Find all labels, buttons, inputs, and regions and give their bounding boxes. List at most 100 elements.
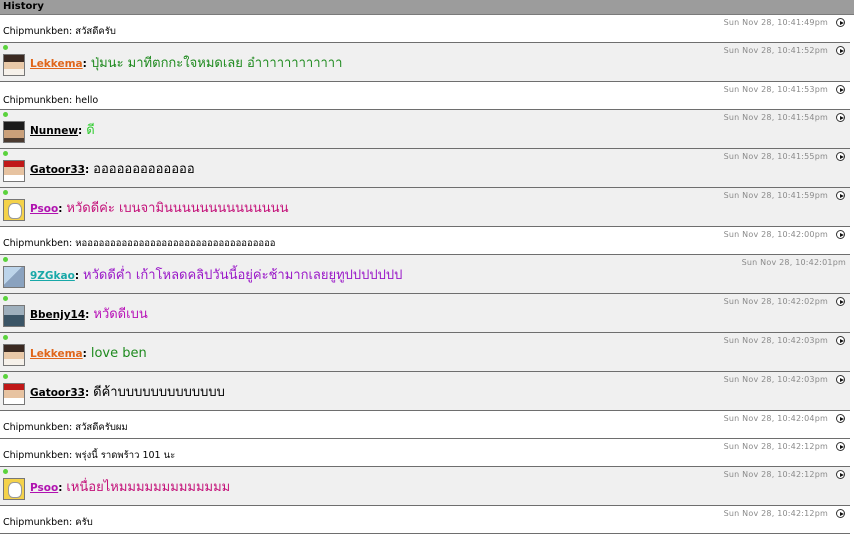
play-circle-icon[interactable] — [836, 18, 845, 27]
online-dot-icon — [3, 190, 8, 195]
play-circle-icon[interactable] — [836, 509, 845, 518]
username-colon: : — [58, 482, 63, 494]
message-username[interactable]: Bbenjy14 — [30, 309, 85, 321]
play-circle-icon[interactable] — [836, 152, 845, 161]
message-timestamp: Sun Nov 28, 10:42:01pm — [741, 258, 846, 267]
message-row: Lekkema: ปุ่มนะ มาทีตกกะใจหมดเลย อ๋าาาาาา… — [0, 43, 850, 82]
username-colon: : — [85, 309, 90, 321]
chat-message: Lekkema: ปุ่มนะ มาทีตกกะใจหมดเลย อ๋าาาาาา… — [30, 56, 342, 72]
play-circle-icon[interactable] — [836, 442, 845, 451]
play-circle-icon[interactable] — [836, 85, 845, 94]
message-username: Chipmunkben — [3, 450, 70, 461]
message-username[interactable]: 9ZGkao — [30, 270, 75, 282]
message-username[interactable]: Nunnew — [30, 125, 78, 137]
online-dot-icon — [3, 335, 8, 340]
system-message: Chipmunkben: หออออออออออออออออออออออออออ… — [3, 238, 276, 249]
message-row: Chipmunkben: พรุ่งนี้ ราดพร้าว 101 นะ Sun… — [0, 439, 850, 467]
message-timestamp: Sun Nov 28, 10:41:52pm — [723, 46, 828, 55]
message-list: Chipmunkben: สวัสดีครับ Sun Nov 28, 10:41… — [0, 15, 850, 534]
message-text: ครับ — [75, 517, 93, 528]
message-timestamp: Sun Nov 28, 10:41:53pm — [723, 85, 828, 94]
message-text: หออออออออออออออออออออออออออออออออออ — [75, 238, 276, 249]
message-username[interactable]: Lekkema — [30, 58, 83, 70]
chat-message: Bbenjy14: หวัดดีเบน — [30, 307, 148, 323]
online-dot-icon — [3, 45, 8, 50]
chat-message: Gatoor33: ดีค้าบบบบบบบบบบบบบ — [30, 385, 225, 401]
avatar[interactable] — [3, 305, 25, 327]
panel-title: History — [0, 0, 854, 15]
message-username[interactable]: Psoo — [30, 203, 58, 215]
avatar[interactable] — [3, 266, 25, 288]
play-circle-icon[interactable] — [836, 191, 845, 200]
message-timestamp: Sun Nov 28, 10:42:03pm — [723, 375, 828, 384]
message-timestamp: Sun Nov 28, 10:42:03pm — [723, 336, 828, 345]
play-circle-icon[interactable] — [836, 230, 845, 239]
chat-message: Lekkema: love ben — [30, 346, 147, 362]
message-timestamp: Sun Nov 28, 10:42:12pm — [723, 509, 828, 518]
history-panel: History Chipmunkben: สวัสดีครับ Sun Nov 2… — [0, 0, 854, 534]
avatar[interactable] — [3, 344, 25, 366]
play-circle-icon[interactable] — [836, 414, 845, 423]
message-row: Psoo: หวัดดีค่ะ เบนจามินนนนนนนนนนนนนน Sun … — [0, 188, 850, 227]
message-row: Bbenjy14: หวัดดีเบน Sun Nov 28, 10:42:02pm — [0, 294, 850, 333]
message-username: Chipmunkben — [3, 26, 70, 37]
message-timestamp: Sun Nov 28, 10:41:54pm — [723, 113, 828, 122]
message-text: พรุ่งนี้ ราดพร้าว 101 นะ — [75, 450, 176, 461]
message-username[interactable]: Psoo — [30, 482, 58, 494]
system-message: Chipmunkben: hello — [3, 95, 99, 106]
message-text: สวัสดีครับ — [75, 26, 116, 37]
message-text: หวัดดีค่ำ เก้าโหลดคลิปวันนี้อยู่ค่ะช้ามา… — [83, 268, 403, 283]
online-dot-icon — [3, 296, 8, 301]
message-text: หวัดดีเบน — [93, 307, 148, 322]
avatar[interactable] — [3, 383, 25, 405]
online-dot-icon — [3, 112, 8, 117]
play-circle-icon[interactable] — [836, 375, 845, 384]
play-circle-icon[interactable] — [836, 113, 845, 122]
play-circle-icon[interactable] — [836, 470, 845, 479]
play-circle-icon[interactable] — [836, 336, 845, 345]
avatar[interactable] — [3, 478, 25, 500]
chat-message: Psoo: หวัดดีค่ะ เบนจามินนนนนนนนนนนนนน — [30, 201, 288, 217]
message-text: ปุ่มนะ มาทีตกกะใจหมดเลย อ๋าาาาาาาาาาาา — [90, 56, 343, 71]
message-timestamp: Sun Nov 28, 10:42:12pm — [723, 442, 828, 451]
avatar[interactable] — [3, 121, 25, 143]
message-row: Nunnew: ดี Sun Nov 28, 10:41:54pm — [0, 110, 850, 149]
message-text: อออออออออออออ — [93, 162, 195, 177]
system-message: Chipmunkben: พรุ่งนี้ ราดพร้าว 101 นะ — [3, 450, 176, 461]
system-message: Chipmunkben: สวัสดีครับ — [3, 26, 116, 37]
avatar[interactable] — [3, 54, 25, 76]
message-username[interactable]: Gatoor33 — [30, 164, 85, 176]
play-circle-icon[interactable] — [836, 297, 845, 306]
online-dot-icon — [3, 151, 8, 156]
message-timestamp: Sun Nov 28, 10:41:49pm — [723, 18, 828, 27]
message-timestamp: Sun Nov 28, 10:42:04pm — [723, 414, 828, 423]
message-text: ดีค้าบบบบบบบบบบบบบ — [93, 385, 225, 400]
online-dot-icon — [3, 374, 8, 379]
message-row: 9ZGkao: หวัดดีค่ำ เก้าโหลดคลิปวันนี้อยู่ค… — [0, 255, 850, 294]
message-row: Chipmunkben: hello Sun Nov 28, 10:41:53pm — [0, 82, 850, 110]
message-row: Chipmunkben: สวัสดีครับ Sun Nov 28, 10:41… — [0, 15, 850, 43]
message-text: หวัดดีค่ะ เบนจามินนนนนนนนนนนนนน — [66, 201, 289, 216]
system-message: Chipmunkben: สวัสดีครับผม — [3, 422, 128, 433]
message-username: Chipmunkben — [3, 95, 70, 106]
avatar[interactable] — [3, 199, 25, 221]
message-text: เหนื่อยไหมมมมมมมมมมมมม — [66, 480, 231, 495]
message-timestamp: Sun Nov 28, 10:42:02pm — [723, 297, 828, 306]
play-circle-icon[interactable] — [836, 46, 845, 55]
message-text: ดี — [86, 123, 95, 138]
chat-message: Psoo: เหนื่อยไหมมมมมมมมมมมมม — [30, 480, 230, 496]
chat-message: 9ZGkao: หวัดดีค่ำ เก้าโหลดคลิปวันนี้อยู่ค… — [30, 268, 402, 284]
username-colon: : — [84, 387, 90, 399]
avatar[interactable] — [3, 160, 25, 182]
message-username[interactable]: Gatoor33 — [30, 387, 85, 399]
username-colon: : — [82, 58, 87, 70]
message-username: Chipmunkben — [3, 238, 70, 249]
message-username: Chipmunkben — [3, 517, 70, 528]
message-row: Lekkema: love ben Sun Nov 28, 10:42:03pm — [0, 333, 850, 372]
message-row: Gatoor33: ดีค้าบบบบบบบบบบบบบ Sun Nov 28, 1… — [0, 372, 850, 411]
message-row: Chipmunkben: หออออออออออออออออออออออออออ… — [0, 227, 850, 255]
system-message: Chipmunkben: ครับ — [3, 517, 93, 528]
message-timestamp: Sun Nov 28, 10:42:00pm — [723, 230, 828, 239]
message-row: Chipmunkben: ครับ Sun Nov 28, 10:42:12pm — [0, 506, 850, 534]
message-username[interactable]: Lekkema — [30, 348, 83, 360]
